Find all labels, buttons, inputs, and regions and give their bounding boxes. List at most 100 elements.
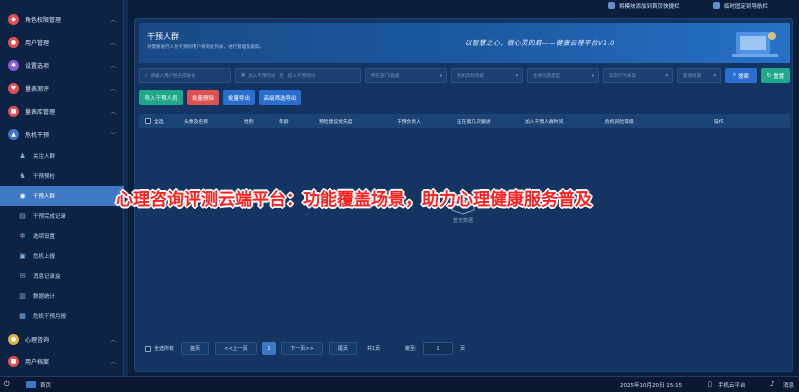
search-button[interactable]: ⌕ 搜索 (725, 68, 757, 83)
sidebar-item-label: 用户管理 (25, 40, 50, 47)
date-separator: 至 (279, 73, 284, 79)
taskbar-mobile[interactable]: 手机云平台 (718, 381, 746, 389)
crisis-icon: ▲ (8, 129, 19, 140)
home-icon[interactable] (26, 381, 36, 388)
library-icon: ■ (8, 106, 19, 117)
last-page-button[interactable]: 尾页 (329, 342, 357, 355)
behavior-select-value: 异常行为表现 (609, 73, 636, 79)
sidebar-item-label: 用户档案 (25, 359, 50, 366)
behavior-select[interactable]: 异常行为表现 ▾ (603, 68, 673, 83)
issue-select-value: 主要问题类型 (533, 73, 560, 79)
sidebar-subitem-intervene[interactable]: ◉ 干预人群 (0, 186, 124, 206)
record-icon: ▤ (19, 212, 26, 220)
column-header: 干预负责人 (397, 120, 421, 125)
sidebar-subitem-label: 干预完成记录 (33, 214, 67, 220)
sidebar-subitem-label: 干预人群 (33, 194, 56, 200)
add-shortcut-label: 将模块添加到首页快捷栏 (619, 3, 680, 10)
filter-bar: ⌕ 请输入用户姓名或账号 ▦ 加入干预时间 至 加入干预时间 所在部门/班级 ▾… (139, 68, 790, 84)
chevron-down-icon: ▾ (515, 73, 518, 79)
sidebar-item-label: 心理咨询 (25, 337, 50, 344)
sidebar-item-label: 量表测评 (25, 86, 50, 93)
sidebar-subitem-report[interactable]: ▣ 危机上报 (0, 246, 124, 266)
first-page-button[interactable]: 首页 (181, 342, 209, 355)
issue-select[interactable]: 主要问题类型 ▾ (527, 68, 599, 83)
chart-icon: ▥ (19, 292, 26, 300)
intervene-icon: ◉ (19, 192, 26, 200)
period-select-value: 复测周期 (683, 73, 701, 79)
page-number-button[interactable]: 1 (262, 342, 276, 355)
sidebar-subitem-label: 干预预检 (33, 174, 56, 180)
sidebar-item-crisis[interactable]: ▲ 危机干预 ﹀ (0, 123, 124, 146)
prev-page-button[interactable]: <<上一页 (215, 342, 257, 355)
taskbar-messages[interactable]: 消息 (783, 381, 794, 389)
page-title: 干预人群 (147, 32, 179, 41)
page-unit: 页 (460, 346, 466, 352)
gear-icon: ✲ (19, 232, 26, 240)
chevron-up-icon: ︿ (109, 109, 116, 116)
search-input[interactable]: ⌕ 请输入用户姓名或账号 (139, 68, 231, 83)
calendar-icon: ▦ (241, 73, 246, 78)
sidebar-item-library[interactable]: ■ 量表库管理 ︿ (0, 100, 124, 123)
sidebar-subitem-monthly[interactable]: ▦ 危机干预月报 (0, 306, 124, 326)
reset-button[interactable]: ↻ 重置 (761, 68, 790, 83)
settings-icon: ✱ (8, 60, 19, 71)
sidebar-item-settings[interactable]: ✱ 设置选项 ︿ (0, 54, 124, 77)
mobile-icon[interactable]: ▯ (708, 380, 712, 388)
pin-nav-button[interactable]: 临时固定到导航栏 (713, 0, 768, 11)
select-all-label: 全选 (154, 120, 164, 125)
batch-delete-button[interactable]: 批量删除 (187, 90, 219, 105)
taskbar-home[interactable]: 首页 (40, 381, 51, 389)
bell-icon[interactable]: ♪ (770, 380, 774, 388)
chevron-down-icon: ▾ (591, 73, 594, 79)
select-all-pages-label: 全选所有 (154, 346, 175, 352)
page-banner: 干预人群 对需要进行人为干预的用户将到此列表，进行管理及跟踪。 以智慧之心，做心… (139, 23, 790, 63)
next-page-button[interactable]: 下一页>> (281, 342, 323, 355)
sidebar-subitem-precheck[interactable]: ♞ 干预预检 (0, 166, 124, 186)
column-header: 加入干预人群时间 (525, 120, 564, 125)
sidebar-subitem-label: 选项设置 (33, 234, 56, 240)
column-header: 正在第几次跟进 (457, 120, 491, 125)
sidebar-subitem-messages[interactable]: ✉ 消息记录盒 (0, 266, 124, 286)
empty-state-text: 暂无数据 (453, 218, 474, 224)
dept-select[interactable]: 所在部门/班级 ▾ (365, 68, 447, 83)
advanced-export-button[interactable]: 高级筛选导出 (259, 90, 301, 105)
chevron-down-icon: ▾ (713, 73, 716, 79)
report-icon: ▣ (19, 252, 26, 260)
sidebar-subitem-label: 消息记录盒 (33, 274, 61, 280)
sidebar-item-role[interactable]: ◆ 角色权限管理 ︿ (0, 8, 124, 31)
date-range-input[interactable]: ▦ 加入干预时间 至 加入干预时间 (235, 68, 361, 83)
reset-icon: ↻ (766, 72, 772, 79)
pin-nav-label: 临时固定到导航栏 (724, 3, 769, 10)
heart-icon: ♥ (8, 83, 19, 94)
sidebar-subitem-options[interactable]: ✲ 选项设置 (0, 226, 124, 246)
import-button[interactable]: 导入干预人员 (139, 90, 183, 105)
sidebar-subitem-records[interactable]: ▤ 干预完成记录 (0, 206, 124, 226)
select-all-checkbox[interactable] (145, 118, 151, 124)
jump-page-input[interactable]: 1 (423, 342, 453, 355)
sidebar-subitem-stats[interactable]: ▥ 数据统计 (0, 286, 124, 306)
search-icon: ⌕ (732, 72, 737, 78)
total-pages: 共1页 (367, 346, 381, 352)
select-all-pages-checkbox[interactable] (145, 346, 151, 352)
sidebar-item-users[interactable]: ● 用户管理 ︿ (0, 31, 124, 54)
chevron-up-icon: ︿ (109, 359, 116, 366)
sidebar-subitem-attention[interactable]: ♟ 关注人群 (0, 146, 124, 166)
chevron-up-icon: ︿ (109, 86, 116, 93)
add-shortcut-button[interactable]: 将模块添加到首页快捷栏 (608, 0, 680, 11)
sidebar-subitem-label: 数据统计 (33, 294, 56, 300)
sidebar-item-profile[interactable]: ■ 用户档案 ︿ (0, 350, 124, 373)
sidebar-item-label: 危机干预 (25, 132, 50, 139)
power-icon[interactable]: ⏻ (4, 380, 10, 389)
sidebar: ◆ 角色权限管理 ︿ ● 用户管理 ︿ ✱ 设置选项 ︿ ♥ 量表测评 ︿ ■ … (0, 0, 124, 376)
table-header: 全选 头像及名称 性别 年龄 预检建议优先度 干预负责人 正在第几次跟进 加入干… (139, 114, 790, 128)
message-icon: ✉ (19, 272, 26, 280)
period-select[interactable]: 复测周期 ▾ (677, 68, 721, 83)
sidebar-item-counsel[interactable]: ● 心理咨询 ︿ (0, 328, 124, 351)
banner-slogan: 以智慧之心，做心灵的肩——健康云理平台V1.0 (465, 39, 615, 47)
date-end: 加入干预时间 (287, 73, 315, 79)
column-header: 危机风险等级 (605, 120, 634, 125)
sidebar-item-assessment[interactable]: ♥ 量表测评 ︿ (0, 77, 124, 100)
batch-export-button[interactable]: 批量导出 (223, 90, 255, 105)
chevron-down-icon: ▾ (665, 73, 668, 79)
risk-select[interactable]: 危机风险等级 ▾ (451, 68, 523, 83)
